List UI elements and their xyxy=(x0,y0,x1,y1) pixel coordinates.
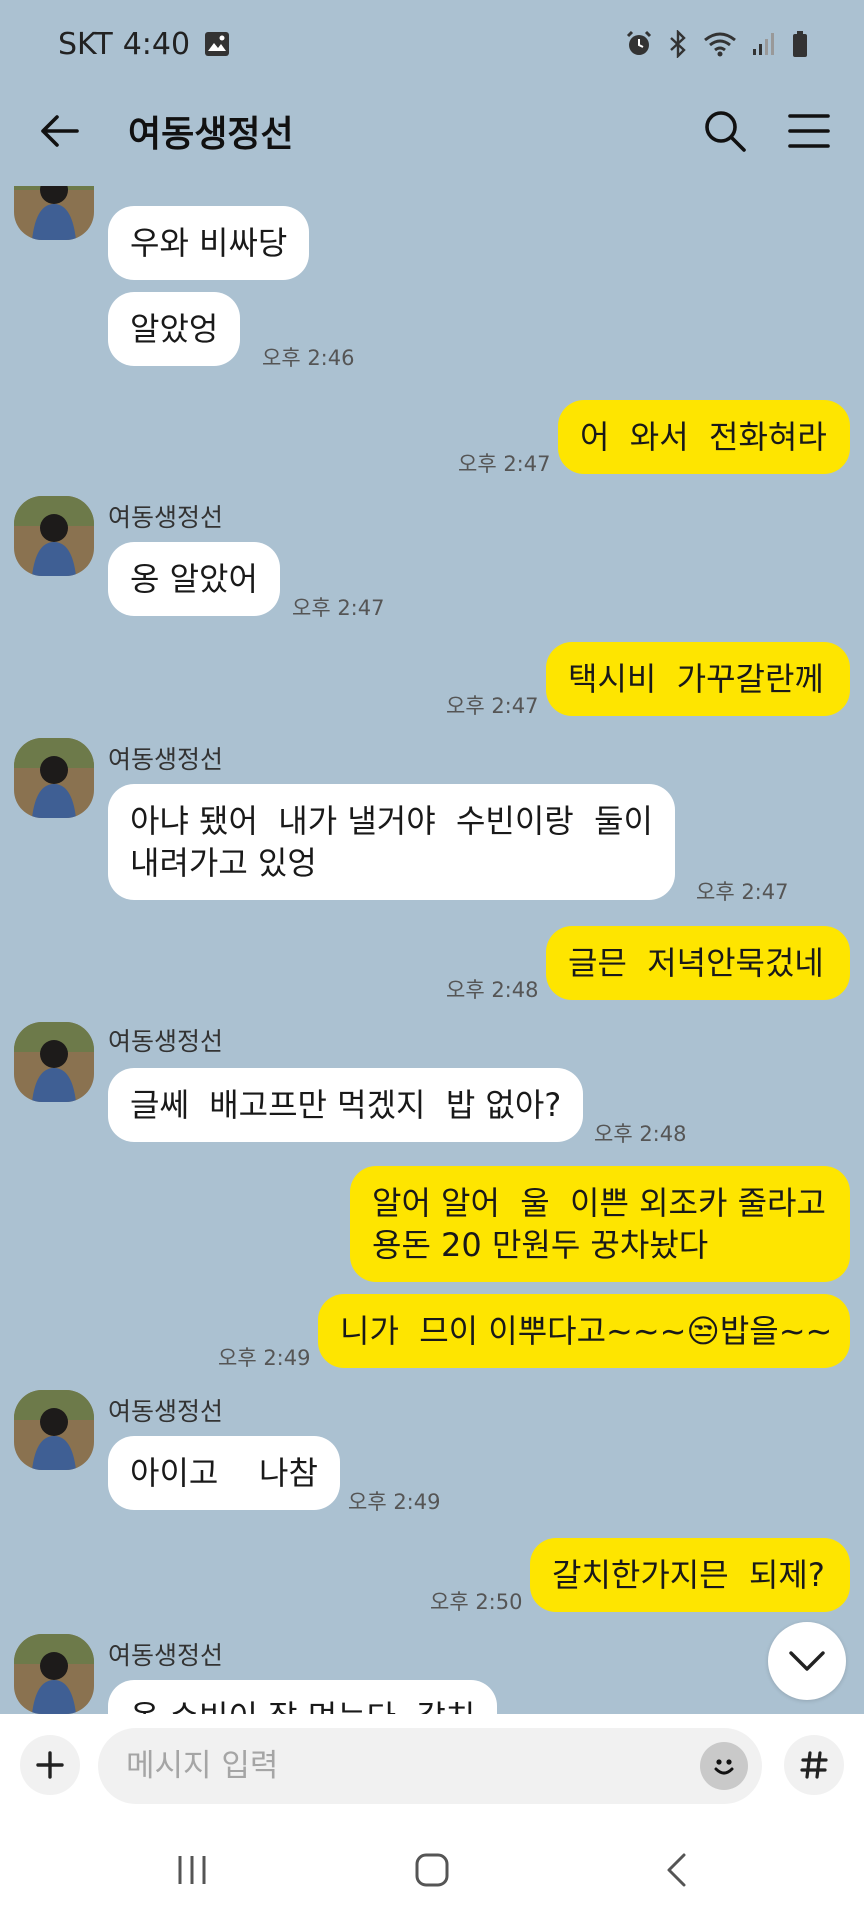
message-bubble[interactable]: 갈치한가지믄 되제? xyxy=(530,1538,850,1612)
back-button[interactable] xyxy=(34,106,84,156)
message-bubble[interactable]: 택시비 가꾸갈란께 xyxy=(546,642,850,716)
message-bubble[interactable]: 글쎄 배고프만 먹겠지 밥 없아? xyxy=(108,1068,584,1142)
avatar[interactable] xyxy=(14,1022,94,1102)
sender-name: 여동생정선 xyxy=(108,1641,224,1670)
message-time: 오후 2:48 xyxy=(594,1122,687,1146)
message-time: 오후 2:47 xyxy=(446,694,539,718)
message-time: 오후 2:47 xyxy=(458,452,551,476)
message-bubble[interactable]: 어 와서 전화혀라 xyxy=(558,400,850,474)
system-navigation-bar xyxy=(0,1820,864,1920)
bluetooth-icon xyxy=(670,30,686,58)
search-button[interactable] xyxy=(700,106,750,156)
message-time: 오후 2:46 xyxy=(262,346,355,370)
sender-name: 여동생정선 xyxy=(108,503,224,532)
status-bar: SKT 4:40 xyxy=(0,0,864,88)
message-bubble[interactable]: 알았엉 xyxy=(108,292,241,366)
menu-icon xyxy=(788,114,830,148)
avatar[interactable] xyxy=(14,186,94,240)
message-time: 오후 2:47 xyxy=(696,880,789,904)
message-time: 오후 2:48 xyxy=(446,978,539,1002)
message-bubble[interactable]: 옹 수빈이 잘 먹는다 갈치 xyxy=(108,1680,498,1714)
message-bubble[interactable]: 글믄 저녁안묵겄네 xyxy=(546,926,850,1000)
message-bubble[interactable]: 아냐 됐어 내가 낼거야 수빈이랑 둘이 내려가고 있엉 xyxy=(108,784,675,900)
search-icon xyxy=(705,111,746,152)
back-arrow-icon xyxy=(41,115,79,147)
message-input-bar xyxy=(0,1714,864,1820)
status-left: SKT 4:40 xyxy=(58,27,230,62)
chat-message-list[interactable]: 우와 비싸당 알았엉 오후 2:46 오후 2:47 어 와서 전화혀라 여동생… xyxy=(0,186,864,1714)
message-time: 오후 2:47 xyxy=(292,596,385,620)
message-input[interactable] xyxy=(124,1747,688,1785)
carrier-label: SKT xyxy=(58,26,113,62)
avatar[interactable] xyxy=(14,738,94,818)
home-icon xyxy=(415,1853,449,1887)
message-input-container[interactable] xyxy=(98,1728,762,1804)
emoji-icon xyxy=(714,1759,734,1775)
system-back-icon xyxy=(667,1853,686,1887)
plus-icon xyxy=(36,1751,64,1779)
signal-icon xyxy=(753,33,774,55)
message-bubble[interactable]: 옹 알았어 xyxy=(108,542,280,616)
attach-button[interactable] xyxy=(20,1735,80,1795)
sender-name: 여동생정선 xyxy=(108,1027,224,1056)
home-button[interactable] xyxy=(402,1850,462,1890)
status-time: 4:40 xyxy=(122,26,191,62)
hash-button[interactable] xyxy=(784,1735,844,1795)
scroll-down-button[interactable] xyxy=(768,1622,846,1700)
message-bubble[interactable]: 아이고 나참 xyxy=(108,1436,340,1510)
avatar[interactable] xyxy=(14,1390,94,1470)
chevron-down-icon xyxy=(789,1651,825,1671)
wifi-icon xyxy=(704,32,736,57)
emoji-button[interactable] xyxy=(700,1742,748,1790)
message-bubble[interactable]: 알어 알어 울 이쁜 외조카 줄라고 용돈 20 만원두 꿍차놨다 xyxy=(350,1166,850,1282)
message-bubble[interactable]: 니가 므이 이뿌다고~~~😒밥을~~ xyxy=(318,1294,850,1368)
sender-name: 여동생정선 xyxy=(108,1397,224,1426)
hash-icon xyxy=(800,1751,828,1779)
chat-header: 여동생정선 xyxy=(0,88,864,174)
recent-apps-button[interactable] xyxy=(162,1850,222,1890)
sender-name: 여동생정선 xyxy=(108,745,224,774)
message-time: 오후 2:49 xyxy=(348,1490,441,1514)
recent-apps-icon xyxy=(178,1856,206,1884)
battery-icon xyxy=(793,31,807,57)
message-time: 오후 2:50 xyxy=(430,1590,523,1614)
message-time: 오후 2:49 xyxy=(218,1346,311,1370)
system-back-button[interactable] xyxy=(646,1850,706,1890)
avatar[interactable] xyxy=(14,1634,94,1714)
alarm-icon xyxy=(626,30,652,55)
status-right xyxy=(625,30,809,58)
chat-title: 여동생정선 xyxy=(128,114,294,155)
gallery-notification-icon xyxy=(205,32,230,56)
avatar[interactable] xyxy=(14,496,94,576)
message-bubble[interactable]: 우와 비싸당 xyxy=(108,206,310,280)
menu-button[interactable] xyxy=(784,106,834,156)
